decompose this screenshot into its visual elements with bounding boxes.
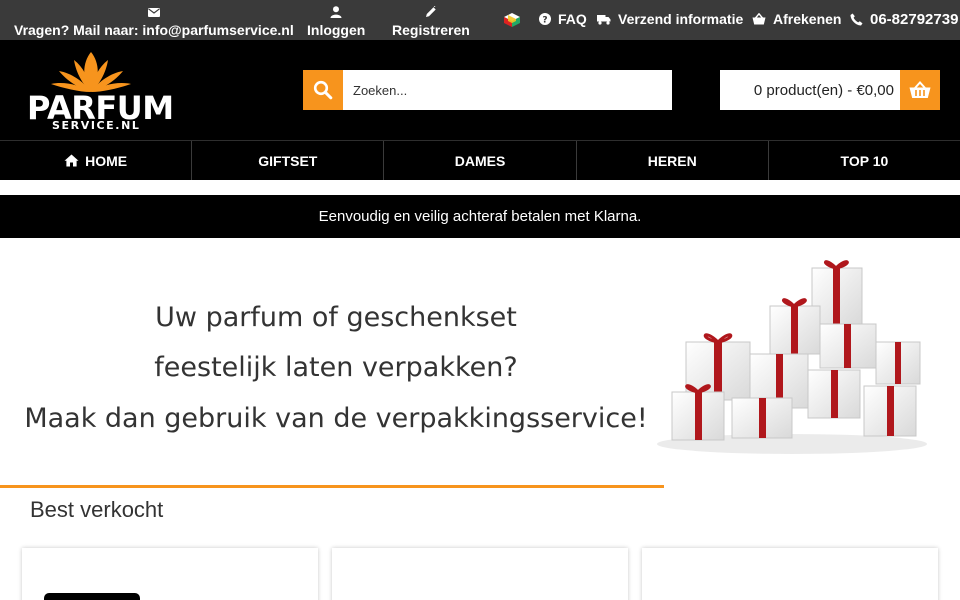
envelope-icon	[147, 4, 160, 20]
product-card[interactable]	[642, 548, 938, 600]
klarna-notice: Eenvoudig en veilig achteraf betalen met…	[0, 195, 960, 238]
banner-line-1: Uw parfum of geschenkset	[155, 302, 517, 333]
gift-box	[731, 397, 793, 439]
nav-heren[interactable]: HEREN	[577, 141, 769, 180]
top-bar: Vragen? Mail naar: info@parfumservice.nl…	[0, 0, 960, 40]
best-sold-heading: Best verkocht	[30, 497, 164, 522]
gift-box	[875, 341, 921, 385]
nav-giftset-label: GIFTSET	[258, 152, 318, 169]
language-flag[interactable]	[503, 12, 528, 31]
shipping-info-label: Verzend informatie	[618, 11, 744, 27]
faq-label: FAQ	[558, 11, 587, 27]
nav-top10-label: TOP 10	[840, 152, 889, 169]
gift-wrap-banner[interactable]: Uw parfum of geschenkset feestelijk late…	[0, 238, 960, 486]
checkout-link[interactable]: Afrekenen	[752, 11, 841, 27]
truck-icon	[597, 14, 611, 25]
login-link[interactable]: Inloggen	[307, 4, 365, 38]
nav-top10[interactable]: TOP 10	[769, 141, 960, 180]
pencil-icon	[425, 4, 437, 20]
cart-button[interactable]	[900, 70, 940, 110]
contact-label: Vragen? Mail naar: info@parfumservice.nl	[14, 22, 294, 38]
search-bar	[303, 70, 672, 110]
lotus-logo-icon	[51, 52, 131, 92]
flag-box-icon	[503, 12, 528, 31]
contact-link[interactable]: Vragen? Mail naar: info@parfumservice.nl	[14, 4, 294, 38]
site-logo[interactable]: PARFUM SERVICE.NL	[26, 50, 174, 134]
gift-boxes-illustration	[657, 260, 927, 454]
register-link[interactable]: Registreren	[392, 4, 470, 38]
nav-giftset[interactable]: GIFTSET	[192, 141, 385, 180]
question-circle-icon: ?	[539, 13, 551, 25]
nav-home[interactable]: HOME	[0, 141, 193, 180]
phone-number: 06-82792739	[870, 11, 959, 28]
basket-icon	[909, 81, 931, 98]
shipping-info-link[interactable]: Verzend informatie	[597, 11, 743, 27]
search-input[interactable]	[343, 70, 672, 110]
home-icon	[64, 154, 79, 167]
banner-line-2: feestelijk laten verpakken?	[154, 352, 518, 383]
cart-widget[interactable]: 0 product(en) - €0,00	[720, 70, 940, 110]
header: PARFUM SERVICE.NL 0 product(en) - €0,00	[0, 40, 960, 140]
product-badge	[44, 593, 140, 600]
phone-icon	[850, 13, 863, 26]
svg-text:?: ?	[542, 15, 547, 25]
nav-home-label: HOME	[85, 152, 128, 169]
nav-dames-label: DAMES	[454, 152, 506, 169]
phone-link[interactable]: 06-82792739	[850, 11, 958, 28]
gift-box	[671, 384, 725, 441]
logo-subtext: SERVICE.NL	[52, 119, 141, 132]
register-label: Registreren	[392, 22, 470, 38]
gift-box	[819, 323, 877, 369]
main-nav: HOME GIFTSET DAMES HEREN TOP 10	[0, 140, 960, 180]
login-label: Inloggen	[307, 22, 366, 38]
nav-heren-label: HEREN	[647, 152, 697, 169]
user-icon	[330, 4, 342, 20]
nav-dames[interactable]: DAMES	[384, 141, 577, 180]
product-card[interactable]	[22, 548, 318, 600]
banner-line-3: Maak dan gebruik van de verpakkingsservi…	[24, 403, 648, 434]
product-card[interactable]	[332, 548, 628, 600]
cart-summary: 0 product(en) - €0,00	[753, 81, 894, 99]
search-button[interactable]	[303, 70, 343, 110]
search-icon	[313, 80, 333, 100]
section-divider	[0, 485, 664, 488]
gift-box	[769, 298, 821, 355]
faq-link[interactable]: ? FAQ	[539, 11, 587, 27]
basket-icon	[752, 13, 766, 25]
gift-box	[807, 369, 861, 419]
checkout-label: Afrekenen	[773, 11, 842, 27]
gift-box	[863, 385, 917, 437]
